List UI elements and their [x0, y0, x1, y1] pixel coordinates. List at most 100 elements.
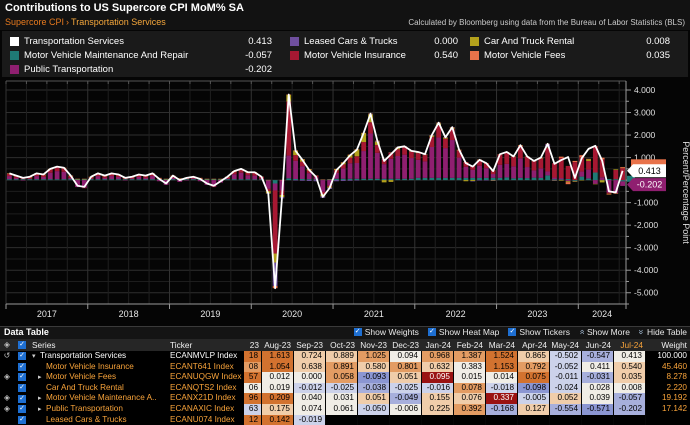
heat-cell[interactable]: 0.632: [422, 362, 454, 373]
heat-cell[interactable]: 0.724: [294, 351, 326, 362]
heat-cell[interactable]: -0.025: [326, 383, 358, 394]
heat-cell[interactable]: -0.057: [614, 393, 646, 404]
heat-cell[interactable]: 1.153: [486, 362, 518, 373]
heat-cell[interactable]: 1.387: [454, 351, 486, 362]
heat-cell[interactable]: 0.031: [326, 393, 358, 404]
ticker-cell[interactable]: ECANX21D Index: [168, 393, 244, 404]
heat-cell[interactable]: -0.098: [518, 383, 550, 394]
heat-cell[interactable]: -0.006: [390, 404, 422, 415]
table-row[interactable]: ◈✓▸Motor Vehicle Maintenance A..ECANX21D…: [0, 393, 690, 404]
expand-arrow-icon[interactable]: ▸: [38, 373, 46, 383]
heat-cell[interactable]: -0.050: [358, 404, 390, 415]
heat-cell[interactable]: 0.580: [358, 362, 390, 373]
series-cell[interactable]: ▸Public Transportation: [30, 404, 168, 415]
heat-cell[interactable]: 0.008: [614, 383, 646, 394]
ticker-cell[interactable]: ECANT641 Index: [168, 362, 244, 373]
legend-item[interactable]: Motor Vehicle Fees0.035: [470, 48, 670, 62]
drilldown-icon[interactable]: ◈: [0, 404, 14, 415]
heat-cell[interactable]: 0.225: [422, 404, 454, 415]
table-row[interactable]: ✓Leased Cars & TrucksECANU074 Index120.1…: [0, 415, 690, 425]
table-row[interactable]: ◈✓▸Motor Vehicle FeesECANUQGW Index570.0…: [0, 372, 690, 383]
heat-cell[interactable]: 0.392: [454, 404, 486, 415]
heat-cell[interactable]: [582, 415, 614, 425]
heat-cell[interactable]: 0.012: [262, 372, 294, 383]
control-hide-table[interactable]: »Hide Table: [639, 327, 687, 337]
control-show-more[interactable]: »Show More: [579, 327, 630, 337]
heat-cell[interactable]: -0.019: [294, 415, 326, 425]
heat-cell-clipped[interactable]: 96: [244, 393, 262, 404]
heat-cell[interactable]: 0.175: [262, 404, 294, 415]
heat-cell[interactable]: 0.127: [518, 404, 550, 415]
row-checkbox[interactable]: ✓: [18, 405, 26, 413]
legend-item[interactable]: Leased Cars & Trucks0.000: [290, 34, 458, 48]
heat-cell[interactable]: [358, 415, 390, 425]
legend-item[interactable]: Transportation Services0.413: [10, 34, 272, 48]
heat-cell[interactable]: 0.209: [262, 393, 294, 404]
heat-cell[interactable]: 0.052: [550, 393, 582, 404]
heat-cell[interactable]: 0.155: [422, 393, 454, 404]
heat-cell[interactable]: -0.012: [294, 383, 326, 394]
heat-cell[interactable]: 0.019: [262, 383, 294, 394]
heat-cell[interactable]: 0.638: [294, 362, 326, 373]
heat-cell[interactable]: 1.524: [486, 351, 518, 362]
heat-cell[interactable]: -0.093: [358, 372, 390, 383]
heat-cell-clipped[interactable]: 18: [244, 351, 262, 362]
checkbox-icon[interactable]: ✓: [354, 328, 362, 336]
heat-cell[interactable]: 0.078: [454, 383, 486, 394]
heat-cell-clipped[interactable]: 12: [244, 415, 262, 425]
heat-cell[interactable]: 0.000: [294, 372, 326, 383]
heat-cell[interactable]: 0.095: [422, 372, 454, 383]
heat-cell[interactable]: -0.031: [582, 372, 614, 383]
heat-cell[interactable]: 0.094: [390, 351, 422, 362]
heat-cell[interactable]: -0.554: [550, 404, 582, 415]
drilldown-icon[interactable]: ◈: [0, 372, 14, 383]
heat-cell[interactable]: -0.547: [582, 351, 614, 362]
heat-cell[interactable]: [454, 415, 486, 425]
heat-cell[interactable]: 1.025: [358, 351, 390, 362]
heat-cell[interactable]: 0.865: [518, 351, 550, 362]
ticker-cell[interactable]: ECANU074 Index: [168, 415, 244, 425]
heat-cell[interactable]: 0.061: [326, 404, 358, 415]
series-cell[interactable]: ▸Motor Vehicle Maintenance A..: [30, 393, 168, 404]
heat-cell[interactable]: 0.051: [390, 372, 422, 383]
series-cell[interactable]: ▸Motor Vehicle Fees: [30, 372, 168, 383]
heat-cell[interactable]: 0.889: [326, 351, 358, 362]
heat-cell[interactable]: 0.076: [454, 393, 486, 404]
heat-cell[interactable]: 0.968: [422, 351, 454, 362]
checkbox-icon[interactable]: ✓: [508, 328, 516, 336]
table-row[interactable]: ◈ ✓ ▸Public TransportationECANAXIC Index63…: [0, 404, 690, 415]
heat-cell[interactable]: 0.015: [454, 372, 486, 383]
heat-cell[interactable]: -0.052: [550, 362, 582, 373]
heat-cell[interactable]: [614, 415, 646, 425]
heat-cell[interactable]: [422, 415, 454, 425]
ticker-cell[interactable]: ECANMVLP Index: [168, 351, 244, 362]
heat-cell[interactable]: -0.502: [550, 351, 582, 362]
heat-cell[interactable]: -0.018: [486, 383, 518, 394]
heat-cell[interactable]: 0.142: [262, 415, 294, 425]
heat-cell[interactable]: 0.792: [518, 362, 550, 373]
series-cell[interactable]: Motor Vehicle Insurance: [30, 362, 168, 373]
heat-cell[interactable]: -0.168: [486, 404, 518, 415]
heat-cell[interactable]: 0.383: [454, 362, 486, 373]
heat-cell-clipped[interactable]: 63: [244, 404, 262, 415]
breadcrumb-supercore-cpi[interactable]: Supercore CPI: [5, 17, 64, 27]
heat-cell[interactable]: 1.613: [262, 351, 294, 362]
heat-cell[interactable]: [326, 415, 358, 425]
drilldown-icon[interactable]: ◈: [0, 393, 14, 404]
heat-cell[interactable]: 0.014: [486, 372, 518, 383]
checkbox-icon[interactable]: ✓: [428, 328, 436, 336]
heat-cell[interactable]: -0.024: [550, 383, 582, 394]
heat-cell-clipped[interactable]: 08: [244, 362, 262, 373]
expand-arrow-icon[interactable]: ▸: [38, 405, 46, 415]
heat-cell[interactable]: [390, 415, 422, 425]
heat-cell[interactable]: 0.337: [486, 393, 518, 404]
heat-cell[interactable]: 0.074: [294, 404, 326, 415]
heat-cell[interactable]: 0.035: [614, 372, 646, 383]
table-row[interactable]: ✓Car And Truck RentalECANQTS2 Index060.0…: [0, 383, 690, 394]
legend-item[interactable]: Public Transportation-0.202: [10, 62, 272, 76]
heat-cell[interactable]: 0.051: [358, 393, 390, 404]
table-row[interactable]: ✓Motor Vehicle InsuranceECANT641 Index08…: [0, 362, 690, 373]
heat-cell[interactable]: -0.025: [390, 383, 422, 394]
heat-cell[interactable]: -0.016: [422, 383, 454, 394]
ticker-cell[interactable]: ECANAXIC Index: [168, 404, 244, 415]
